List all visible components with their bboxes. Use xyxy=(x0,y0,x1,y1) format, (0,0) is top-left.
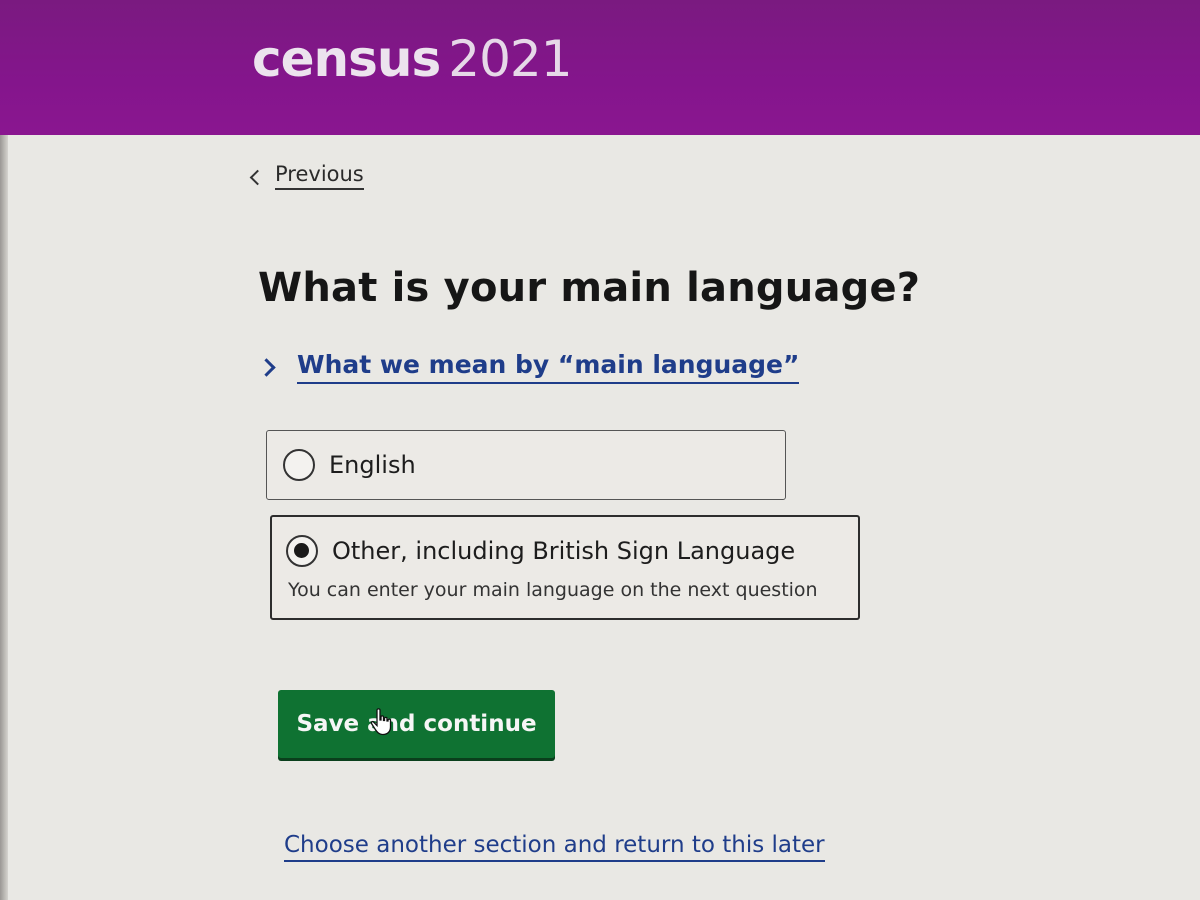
save-and-continue-button[interactable]: Save and continue xyxy=(278,690,555,758)
return-later-link[interactable]: Choose another section and return to thi… xyxy=(284,832,825,862)
logo-year: 2021 xyxy=(448,30,572,88)
radio-option-other[interactable]: Other, including British Sign Language Y… xyxy=(270,515,860,620)
logo-word: census xyxy=(252,30,441,88)
previous-link[interactable]: Previous xyxy=(249,162,364,190)
chevron-left-icon xyxy=(249,169,266,185)
radio-option-english[interactable]: English xyxy=(266,430,786,500)
radio-hint-other: You can enter your main language on the … xyxy=(288,579,818,601)
radio-label-english: English xyxy=(329,451,416,479)
census-logo[interactable]: census 2021 xyxy=(252,30,573,88)
radio-label-other: Other, including British Sign Language xyxy=(332,537,796,565)
monitor-bezel-edge xyxy=(0,135,8,900)
chevron-right-icon xyxy=(257,357,276,377)
details-toggle[interactable]: What we mean by “main language” xyxy=(257,350,800,384)
page-title: What is your main language? xyxy=(258,265,921,311)
site-header: census 2021 xyxy=(0,0,1200,135)
radio-button-english[interactable] xyxy=(283,449,315,481)
details-label: What we mean by “main language” xyxy=(297,350,800,384)
previous-label: Previous xyxy=(275,162,364,190)
radio-button-other[interactable] xyxy=(286,535,318,567)
hand-pointer-icon xyxy=(370,708,392,736)
